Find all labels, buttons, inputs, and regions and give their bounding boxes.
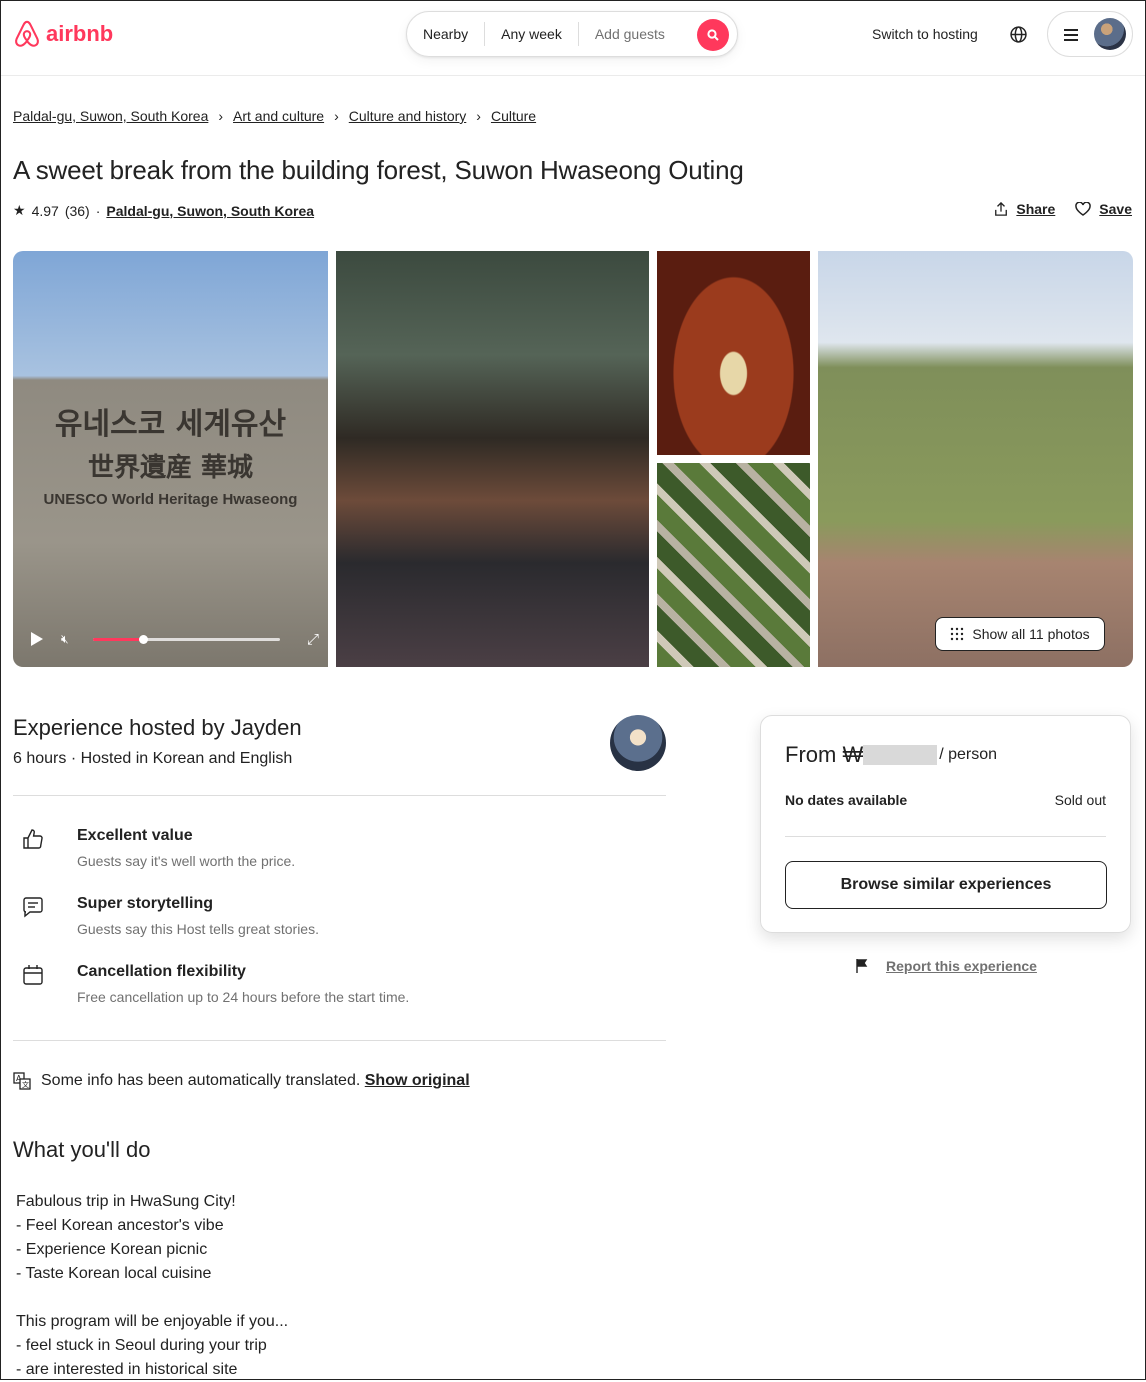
show-all-photos-label: Show all 11 photos: [972, 626, 1090, 642]
thumbs-up-icon: [23, 829, 43, 849]
highlight-desc: Free cancellation up to 24 hours before …: [77, 989, 410, 1005]
search-icon: [707, 29, 719, 41]
show-original-link[interactable]: Show original: [365, 1072, 470, 1089]
svg-text:文: 文: [22, 1080, 29, 1089]
highlight-title: Super storytelling: [77, 895, 214, 912]
location-link[interactable]: Paldal-gu, Suwon, South Korea: [106, 203, 314, 219]
report-experience: Report this experience: [854, 958, 1037, 974]
save-button[interactable]: Save: [1075, 201, 1132, 217]
highlight-desc: Guests say this Host tells great stories…: [77, 921, 319, 937]
airbnb-logo-icon: [15, 20, 39, 47]
booking-card: From ₩ / person No dates available Sold …: [760, 715, 1131, 933]
photo-gallery: 유네스코 세계유산 世界遺産 華城 UNESCO World Heritage …: [13, 251, 1133, 667]
breadcrumb-location[interactable]: Paldal-gu, Suwon, South Korea: [13, 108, 208, 124]
highlights-list: Excellent value Guests say it's well wor…: [13, 827, 666, 1031]
user-menu-button[interactable]: [1047, 11, 1133, 57]
play-icon[interactable]: [31, 632, 43, 646]
menu-icon: [1064, 29, 1078, 41]
rating-value: 4.97: [31, 202, 59, 219]
listing-meta: ★ 4.97 (36) · Paldal-gu, Suwon, South Ko…: [13, 202, 314, 219]
video-progress-fill: [93, 638, 144, 641]
grid-dots-icon: [951, 627, 964, 641]
chevron-right-icon: ›: [476, 108, 481, 124]
gallery-photo-fortress-lawn[interactable]: [818, 251, 1133, 667]
search-add-guests[interactable]: Add guests: [579, 22, 681, 46]
report-experience-link[interactable]: Report this experience: [886, 958, 1037, 974]
translate-icon: A文: [13, 1072, 31, 1090]
host-heading: Experience hosted by Jayden: [13, 715, 302, 740]
share-button[interactable]: Share: [994, 201, 1055, 217]
video-progress-bar[interactable]: [93, 635, 280, 644]
translation-text: Some info has been automatically transla…: [41, 1072, 361, 1089]
share-icon: [995, 202, 1008, 216]
breadcrumb-culture[interactable]: Culture: [491, 108, 536, 124]
save-label: Save: [1099, 201, 1132, 217]
listing-actions: Share Save: [994, 201, 1132, 217]
chat-icon: [23, 897, 43, 918]
chevron-right-icon: ›: [334, 108, 339, 124]
breadcrumb-culture-and-history[interactable]: Culture and history: [349, 108, 467, 124]
stone-inscription-korean: 유네스코 세계유산: [54, 407, 287, 442]
show-all-photos-button[interactable]: Show all 11 photos: [935, 617, 1105, 651]
language-button[interactable]: [1010, 26, 1027, 48]
what-youll-do-heading: What you'll do: [13, 1137, 151, 1162]
browse-similar-button[interactable]: Browse similar experiences: [785, 861, 1107, 909]
search-bar[interactable]: Nearby Any week Add guests: [406, 11, 738, 57]
availability-text: No dates available: [785, 792, 908, 808]
fullscreen-icon[interactable]: ⤢: [307, 631, 319, 648]
search-button[interactable]: [697, 19, 729, 51]
card-divider: [785, 836, 1106, 837]
divider: [13, 1040, 666, 1041]
airbnb-wordmark: airbnb: [46, 21, 114, 46]
highlight-title: Excellent value: [77, 827, 193, 844]
star-icon: ★: [13, 202, 26, 218]
price-from: From ₩: [785, 742, 864, 767]
share-label: Share: [1016, 201, 1056, 217]
page-title: A sweet break from the building forest, …: [13, 155, 744, 185]
highlight-desc: Guests say it's well worth the price.: [77, 853, 296, 869]
heart-icon: [1075, 202, 1092, 216]
gallery-photo-side-dishes[interactable]: [657, 463, 810, 667]
price-per-person: / person: [939, 746, 998, 763]
video-controls: 🔇︎ ⤢: [29, 627, 319, 651]
review-count[interactable]: (36): [65, 203, 90, 219]
host-subtitle: 6 hours · Hosted in Korean and English: [13, 750, 293, 767]
mute-icon[interactable]: 🔇︎: [61, 632, 75, 646]
gallery-photo-pancakes[interactable]: [657, 251, 810, 455]
globe-icon: [1010, 26, 1027, 43]
highlight-title: Cancellation flexibility: [77, 963, 246, 980]
user-avatar: [1094, 18, 1126, 50]
separator-dot: ·: [95, 202, 101, 219]
chevron-right-icon: ›: [218, 108, 224, 124]
video-progress-handle[interactable]: [139, 635, 149, 644]
gallery-video-unesco-stone[interactable]: 유네스코 세계유산 世界遺産 華城 UNESCO World Heritage …: [13, 251, 328, 667]
gallery-photo-market[interactable]: [336, 251, 649, 667]
search-nearby[interactable]: Nearby: [407, 22, 484, 46]
airbnb-logo[interactable]: airbnb: [12, 18, 113, 50]
breadcrumb: Paldal-gu, Suwon, South Korea › Art and …: [13, 108, 536, 124]
stone-inscription-hanja: 世界遺産 華城: [87, 453, 254, 483]
what-youll-do-body: Fabulous trip in HwaSung City! - Feel Ko…: [16, 1193, 289, 1378]
search-any-week[interactable]: Any week: [484, 22, 579, 46]
host-avatar[interactable]: [610, 715, 666, 771]
sold-out-status: Sold out: [1054, 792, 1106, 808]
breadcrumb-art-and-culture[interactable]: Art and culture: [233, 108, 324, 124]
highlight-excellent-value: Excellent value Guests say it's well wor…: [13, 827, 666, 895]
top-header: airbnb Nearby Any week Add guests Switch…: [1, 1, 1145, 76]
translation-notice: A文 Some info has been automatically tran…: [13, 1072, 470, 1090]
highlight-cancellation: Cancellation flexibility Free cancellati…: [13, 963, 666, 1031]
stone-inscription-english: UNESCO World Heritage Hwaseong: [43, 491, 298, 508]
divider: [13, 795, 666, 796]
calendar-icon: [23, 965, 43, 985]
price-line: From ₩ / person: [785, 742, 997, 768]
switch-to-hosting-link[interactable]: Switch to hosting: [872, 26, 978, 42]
flag-icon: [856, 959, 868, 973]
price-redacted: [863, 745, 938, 765]
highlight-super-storytelling: Super storytelling Guests say this Host …: [13, 895, 666, 963]
